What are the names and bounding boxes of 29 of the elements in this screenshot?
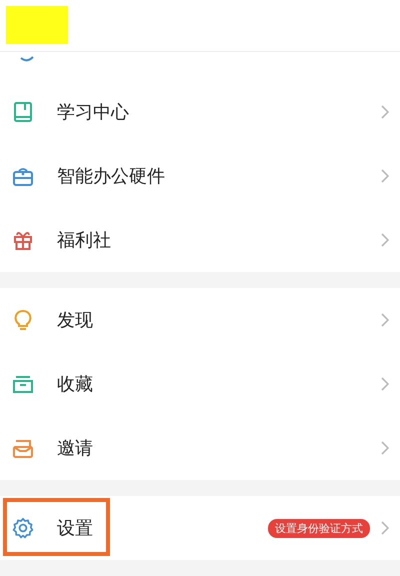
menu-item[interactable]: 学习中心 (0, 80, 400, 144)
chevron-icon (380, 169, 390, 183)
mail-icon (12, 437, 34, 459)
menu-label: 学习中心 (57, 101, 130, 124)
menu-item[interactable]: 设置 设置身份验证方式 (0, 496, 400, 560)
chevron-icon (380, 441, 390, 455)
menu-item[interactable]: 邀请 (0, 416, 400, 480)
menu-item[interactable]: 福利社 (0, 208, 400, 272)
folder-icon (12, 373, 34, 395)
menu-label: 发现 (57, 309, 94, 332)
menu-item[interactable]: 发现 (0, 288, 400, 352)
chevron-icon (380, 313, 390, 327)
book-icon (12, 101, 34, 123)
chevron-icon (380, 105, 390, 119)
redaction-block (6, 6, 68, 44)
menu-label: 邀请 (57, 437, 94, 460)
menu-label: 设置 (57, 517, 94, 540)
chevron-icon (380, 521, 390, 535)
chevron-icon (380, 233, 390, 247)
lightbulb-icon (12, 309, 34, 331)
menu-label: 收藏 (57, 373, 94, 396)
menu-label: 智能办公硬件 (57, 165, 166, 188)
gift-icon (12, 229, 34, 251)
settings-icon (12, 517, 34, 539)
menu-label: 福利社 (57, 229, 112, 252)
menu-item[interactable]: 收藏 (0, 352, 400, 416)
notice-badge: 设置身份验证方式 (268, 518, 370, 538)
menu-item[interactable]: 智能办公硬件 (0, 144, 400, 208)
chevron-icon (380, 377, 390, 391)
